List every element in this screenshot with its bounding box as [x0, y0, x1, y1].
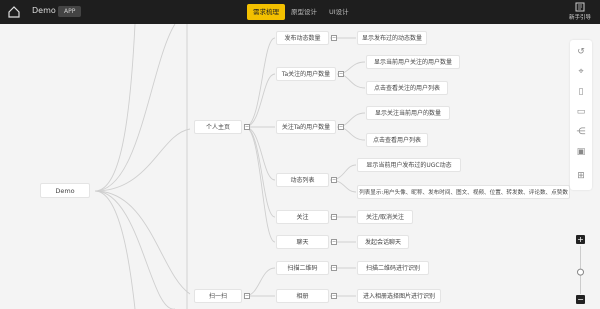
node-post-list-fields[interactable]: 列表显示:用户头像、昵称、发布时间、图文、视频、位置、转发数、评论数、点赞数: [357, 185, 570, 199]
tab-requirements[interactable]: 需求梳理: [247, 4, 285, 20]
node-personal-home[interactable]: 个人主页: [194, 120, 242, 134]
zoom-in-button[interactable]: +: [576, 235, 585, 244]
guide-icon: [575, 2, 585, 12]
node-follow-detail[interactable]: 关注/取消关注: [357, 210, 413, 224]
app-badge: APP: [58, 6, 82, 17]
node-followers-show[interactable]: 显示关注当前用户的数量: [366, 106, 450, 120]
guide-button[interactable]: 新手引导: [566, 2, 594, 24]
collapse-toggle[interactable]: −: [331, 293, 337, 299]
home-icon[interactable]: [7, 5, 21, 19]
guide-label: 新手引导: [568, 15, 591, 21]
tab-ui-design[interactable]: UI设计: [323, 4, 355, 20]
node-post-list[interactable]: 动态列表: [276, 173, 329, 187]
node-following-click[interactable]: 点击查看关注的用户列表: [366, 81, 448, 95]
node-chat-detail[interactable]: 发起会话聊天: [357, 235, 409, 249]
node-following-count[interactable]: Ta关注的用户数量: [276, 67, 336, 81]
mindmap-canvas[interactable]: Demo 个人主页 − 发布动态数量 − 显示发布过的动态数量 Ta关注的用户数…: [0, 24, 600, 309]
node-scan[interactable]: 扫一扫: [194, 289, 242, 303]
collapse-toggle[interactable]: −: [331, 177, 337, 183]
node-posted-count[interactable]: 发布动态数量: [276, 31, 329, 45]
node-album-detail[interactable]: 进入相册选择图片进行识别: [357, 289, 441, 303]
node-chat[interactable]: 聊天: [276, 235, 329, 249]
tab-bar: 需求梳理 原型设计 UI设计: [247, 4, 355, 20]
zoom-slider-handle[interactable]: [577, 268, 584, 276]
right-toolbar: ↺ ⌖ ▯ ▭ ⋲ ▣ ⊞: [570, 40, 592, 190]
collapse-toggle[interactable]: −: [331, 265, 337, 271]
zoom-slider[interactable]: [576, 246, 585, 294]
collapse-toggle[interactable]: −: [331, 214, 337, 220]
document-icon[interactable]: ▯: [575, 86, 587, 98]
node-followers-count[interactable]: 关注Ta的用户数量: [276, 120, 336, 134]
collapse-toggle[interactable]: −: [244, 293, 250, 299]
node-followers-click[interactable]: 点击查看用户列表: [366, 133, 428, 147]
layout-icon[interactable]: ⊞: [575, 170, 587, 182]
collapse-toggle[interactable]: −: [338, 124, 344, 130]
structure-icon[interactable]: ⋲: [575, 126, 587, 138]
node-follow[interactable]: 关注: [276, 210, 329, 224]
root-node[interactable]: Demo: [40, 183, 90, 198]
collapse-toggle[interactable]: −: [331, 35, 337, 41]
node-following-show[interactable]: 显示当前用户关注的用户数量: [366, 55, 460, 69]
tab-prototype[interactable]: 原型设计: [285, 4, 323, 20]
history-icon[interactable]: ↺: [575, 46, 587, 58]
app-name: Demo: [32, 6, 56, 15]
collapse-toggle[interactable]: −: [338, 71, 344, 77]
collapse-toggle[interactable]: −: [331, 239, 337, 245]
node-post-list-ugc[interactable]: 显示当前用户发布过的UGC动态: [357, 158, 461, 172]
node-scan-qr-detail[interactable]: 扫描二维码进行识别: [357, 261, 429, 275]
node-scan-qr[interactable]: 扫描二维码: [276, 261, 329, 275]
collapse-toggle[interactable]: −: [244, 124, 250, 130]
image-icon[interactable]: ▣: [575, 146, 587, 158]
node-posted-count-detail[interactable]: 显示发布过的动态数量: [357, 31, 427, 45]
zoom-out-button[interactable]: −: [576, 295, 585, 304]
top-bar: Demo APP 需求梳理 原型设计 UI设计 新手引导: [0, 0, 600, 24]
node-album[interactable]: 相册: [276, 289, 329, 303]
file-icon[interactable]: ▭: [575, 106, 587, 118]
pin-icon[interactable]: ⌖: [575, 66, 587, 78]
